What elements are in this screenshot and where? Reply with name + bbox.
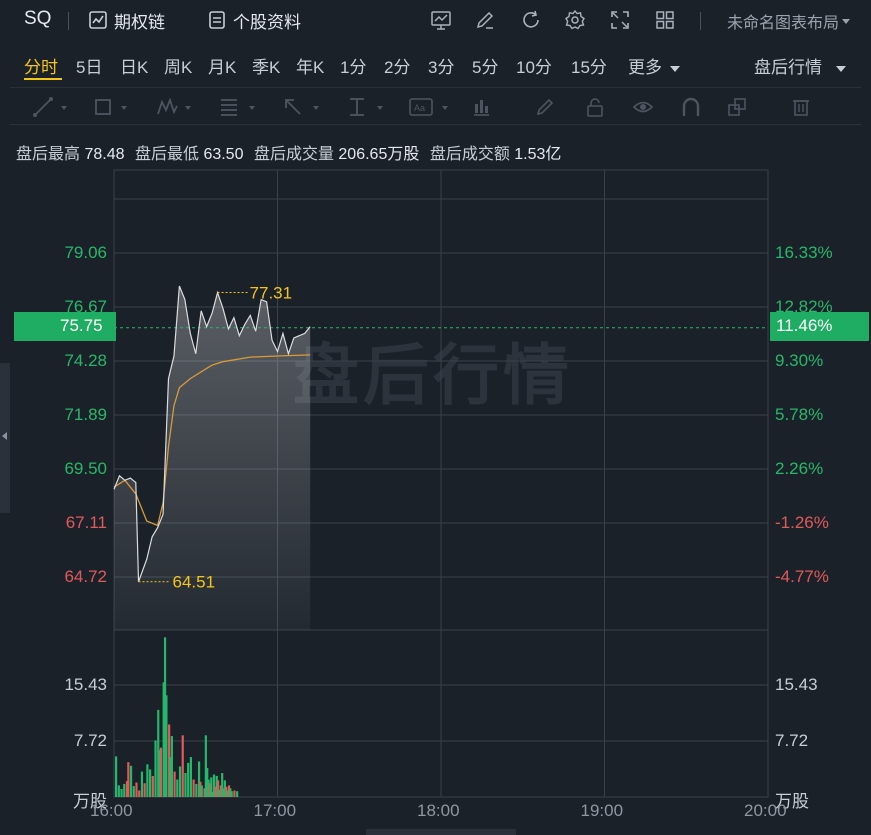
volume-tick-right: 15.43 bbox=[775, 675, 818, 694]
y-tick-left: 74.28 bbox=[64, 351, 107, 370]
volume-bar bbox=[132, 786, 135, 797]
y-tick-left: 67.11 bbox=[65, 513, 107, 532]
current-price-tag: 75.75 bbox=[14, 312, 116, 341]
volume-bar bbox=[192, 779, 195, 797]
volume-bar bbox=[151, 775, 154, 797]
volume-bar bbox=[123, 783, 126, 797]
volume-tick-left: 7.72 bbox=[73, 731, 107, 750]
volume-bar bbox=[127, 762, 130, 797]
volume-bar bbox=[173, 771, 176, 797]
volume-bar bbox=[165, 695, 168, 797]
y-tick-left: 79.06 bbox=[64, 243, 107, 262]
volume-bar bbox=[176, 779, 179, 797]
y-tick-left: 71.89 bbox=[64, 405, 107, 424]
volume-bar bbox=[143, 783, 146, 797]
volume-bar bbox=[230, 791, 233, 797]
volume-bar bbox=[140, 771, 144, 797]
volume-bar bbox=[146, 764, 149, 797]
volume-bar bbox=[200, 785, 203, 797]
volume-bar bbox=[129, 765, 133, 797]
x-tick: 18:00 bbox=[417, 801, 460, 820]
volume-bar bbox=[170, 736, 173, 797]
volume-bar bbox=[135, 782, 138, 797]
y-tick-left: 69.50 bbox=[64, 459, 107, 478]
y-tick-left: 64.72 bbox=[64, 567, 107, 586]
high-marker-label: 77.31 bbox=[250, 284, 293, 303]
y-tick-right: 2.26% bbox=[775, 459, 824, 478]
volume-bar bbox=[159, 747, 163, 797]
low-marker-label: 64.51 bbox=[173, 573, 216, 592]
volume-bar bbox=[178, 766, 182, 797]
x-tick: 20:00 bbox=[744, 801, 787, 820]
x-tick: 19:00 bbox=[580, 801, 624, 820]
y-tick-right: 5.78% bbox=[775, 405, 824, 424]
volume-tick-left: 15.43 bbox=[64, 675, 107, 694]
volume-bar bbox=[189, 757, 192, 797]
volume-bar bbox=[115, 756, 118, 797]
y-tick-right: 16.33% bbox=[775, 243, 833, 262]
volume-tick-right: 7.72 bbox=[775, 731, 809, 750]
y-tick-right: 9.30% bbox=[775, 351, 824, 370]
volume-bar bbox=[117, 785, 120, 797]
y-tick-right: -4.77% bbox=[775, 567, 829, 586]
scroll-handle[interactable] bbox=[366, 829, 516, 835]
volume-bar bbox=[149, 769, 152, 797]
side-panel-toggle[interactable] bbox=[0, 363, 10, 513]
volume-bar bbox=[195, 783, 198, 797]
current-pct-tag: 11.46% bbox=[770, 312, 869, 341]
y-tick-right: -1.26% bbox=[775, 513, 829, 532]
volume-bar bbox=[154, 740, 157, 797]
x-tick: 17:00 bbox=[253, 801, 297, 820]
volume-bar bbox=[138, 790, 141, 797]
intraday-chart[interactable]: 77.31 64.51 bbox=[0, 0, 871, 835]
volume-bar bbox=[236, 791, 239, 797]
volume-bar bbox=[184, 773, 187, 797]
volume-bar bbox=[233, 790, 236, 797]
volume-bar bbox=[181, 735, 184, 797]
volume-bar bbox=[120, 789, 123, 797]
x-tick: 16:00 bbox=[90, 801, 133, 820]
volume-bar bbox=[187, 762, 190, 797]
